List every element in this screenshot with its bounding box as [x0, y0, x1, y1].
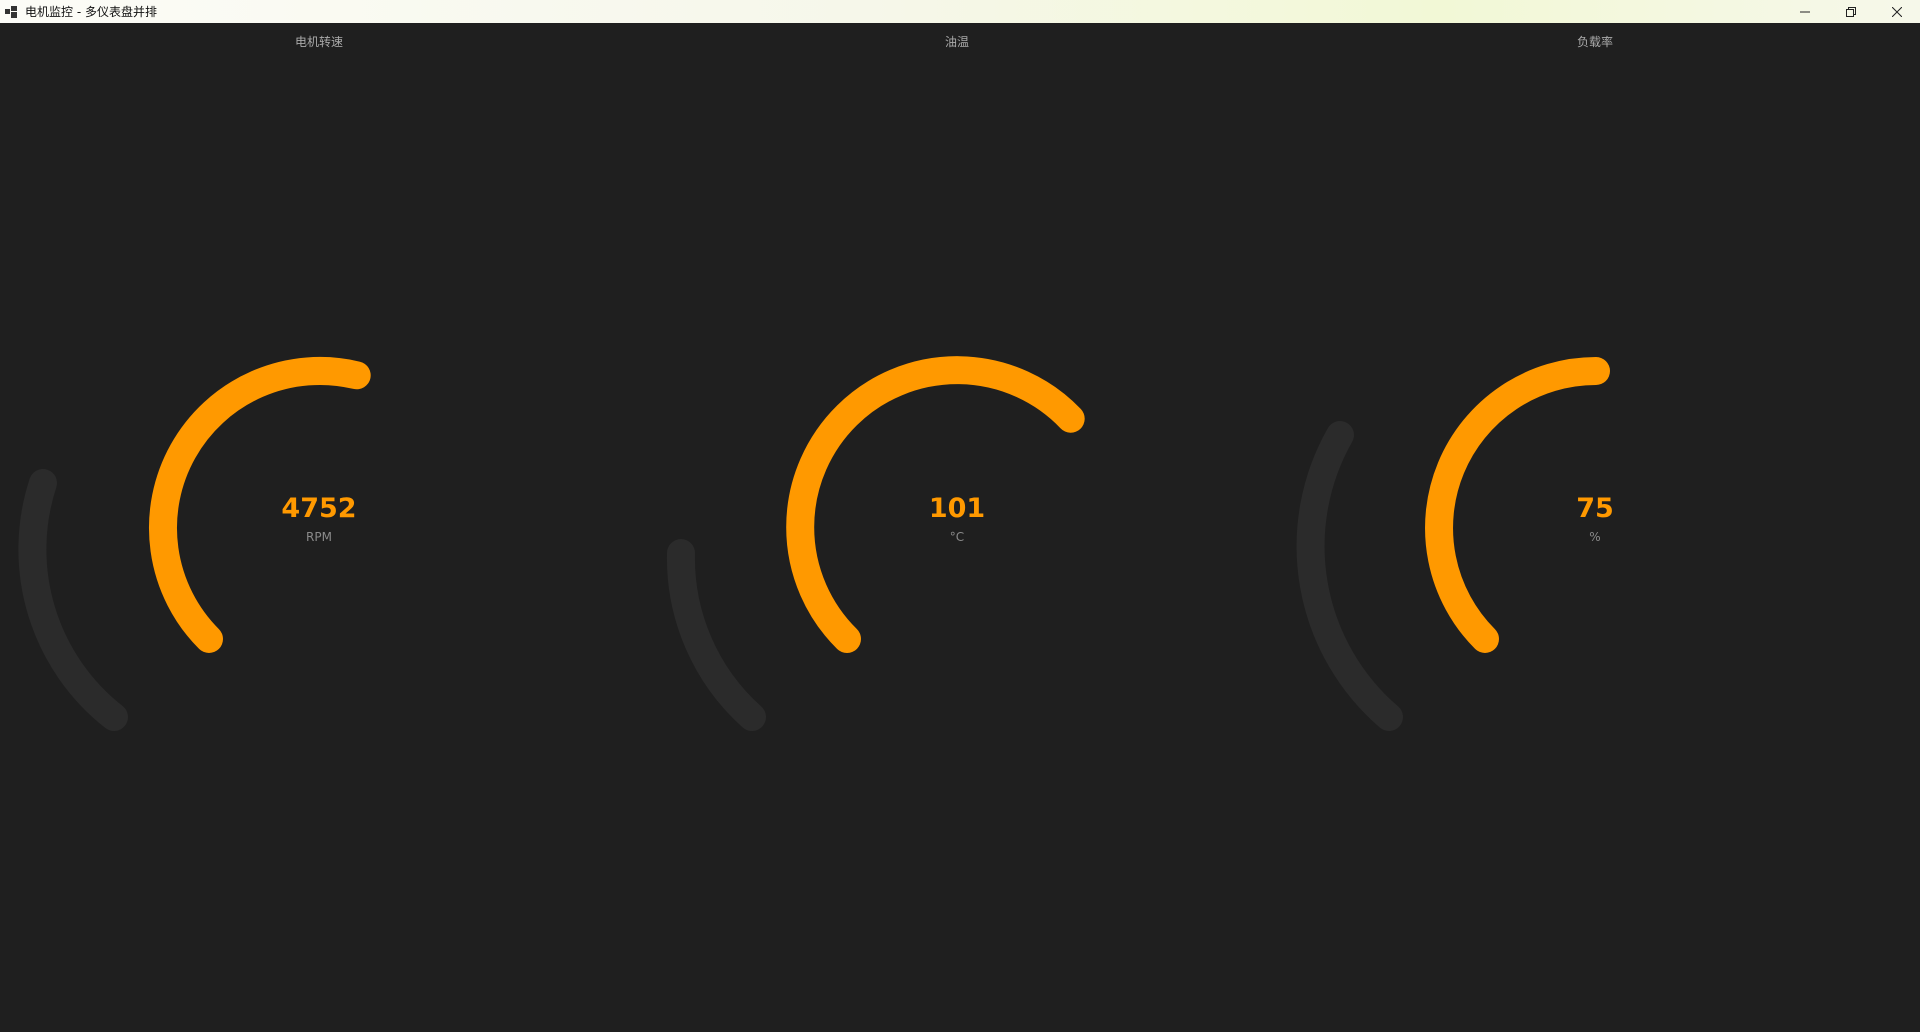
gauge-panel-rpm: 电机转速 4752 RPM [0, 23, 638, 1032]
gauge-dial [1296, 357, 1610, 731]
gauge-track [1296, 421, 1403, 731]
gauge-value: 75 [1576, 493, 1614, 524]
gauge-track [666, 539, 766, 731]
gauge-dial [18, 357, 371, 731]
gauge-panel-load-rate: 负载率 75 % [1276, 23, 1914, 1032]
minimize-button[interactable] [1782, 0, 1828, 23]
minimize-icon [1800, 11, 1810, 12]
restore-button[interactable] [1828, 0, 1874, 23]
app-icon [3, 4, 19, 20]
gauge-unit: % [1589, 530, 1601, 544]
close-icon [1892, 6, 1902, 17]
dashboard-content: 电机转速 4752 RPM 油温 101 °C 负载率 75 % [0, 23, 1920, 1032]
close-button[interactable] [1874, 0, 1920, 23]
gauge-value: 4752 [281, 493, 357, 524]
gauge-unit: RPM [306, 530, 332, 544]
gauge-unit: °C [949, 530, 965, 544]
gauge-dial [666, 356, 1085, 731]
window-title: 电机监控 - 多仪表盘并排 [25, 5, 157, 19]
gauge-value: 101 [928, 493, 986, 524]
window-controls [1782, 0, 1920, 23]
gauge-panel-oil-temp: 油温 101 °C [638, 23, 1276, 1032]
title-bar: 电机监控 - 多仪表盘并排 [0, 0, 1920, 23]
restore-icon [1846, 6, 1856, 17]
